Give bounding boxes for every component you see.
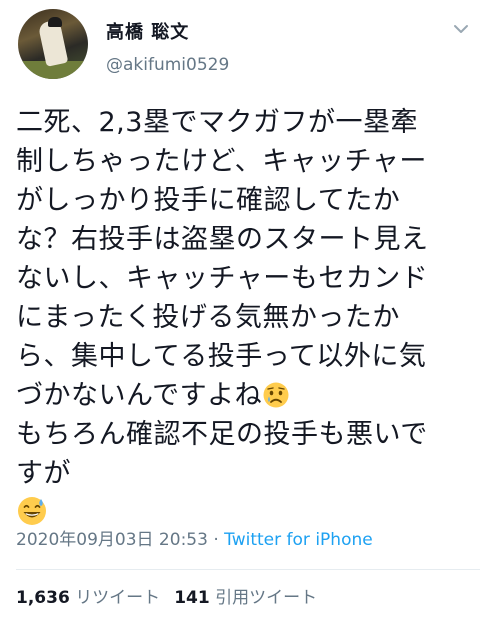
tweet-line: ないし、キャッチャーもセカンド xyxy=(16,263,429,294)
crying-face-emoji-icon xyxy=(263,382,289,408)
avatar[interactable] xyxy=(18,9,88,79)
tweet-line: な？右投手は盗塁のスタート見え xyxy=(16,224,429,255)
quotes-label: 引用ツイート xyxy=(215,588,318,608)
tweet-meta: 2020年09月03日 20:53 · Twitter for iPhone xyxy=(16,525,373,550)
retweets-label: リツイート xyxy=(75,588,161,608)
tweet-stats: 1,636 リツイート 141 引用ツイート xyxy=(16,583,317,608)
tweet-header: 高橋 聡文 @akifumi0529 xyxy=(0,0,480,90)
quotes-count: 141 xyxy=(174,588,210,608)
meta-separator: · xyxy=(207,530,225,550)
source-link[interactable]: Twitter for iPhone xyxy=(224,530,373,550)
tweet-line: にまったく投げる気無かったか xyxy=(16,302,400,333)
tweet-line: 制しちゃったけど、キャッチャー xyxy=(16,146,427,177)
author-handle[interactable]: @akifumi0529 xyxy=(106,55,229,75)
tweet-line: 二死、2,3塁でマクガフが一塁牽 xyxy=(16,107,418,138)
grinning-sweat-emoji-icon xyxy=(18,497,46,525)
tweet-line: すが xyxy=(16,458,71,489)
divider xyxy=(16,569,480,570)
avatar-cap xyxy=(48,17,62,27)
timestamp[interactable]: 2020年09月03日 20:53 xyxy=(16,530,208,550)
tweet-line: ら、集中してる投手って以外に気 xyxy=(16,341,427,372)
tweet-text: 二死、2,3塁でマクガフが一塁牽 制しちゃったけど、キャッチャー がしっかり投手… xyxy=(16,103,468,527)
tweet-line: もちろん確認不足の投手も悪いで xyxy=(16,419,428,450)
quotes-stat[interactable]: 141 引用ツイート xyxy=(174,588,317,608)
retweets-stat[interactable]: 1,636 リツイート xyxy=(16,588,160,608)
retweets-count: 1,636 xyxy=(16,588,70,608)
author-name[interactable]: 高橋 聡文 xyxy=(106,18,189,44)
tweet-line: がしっかり投手に確認してたか xyxy=(16,185,401,216)
tweet-line-with-emoji: づかないんですよね xyxy=(16,376,468,415)
chevron-down-icon[interactable] xyxy=(452,22,470,36)
tweet-line: づかないんですよね xyxy=(16,380,263,411)
